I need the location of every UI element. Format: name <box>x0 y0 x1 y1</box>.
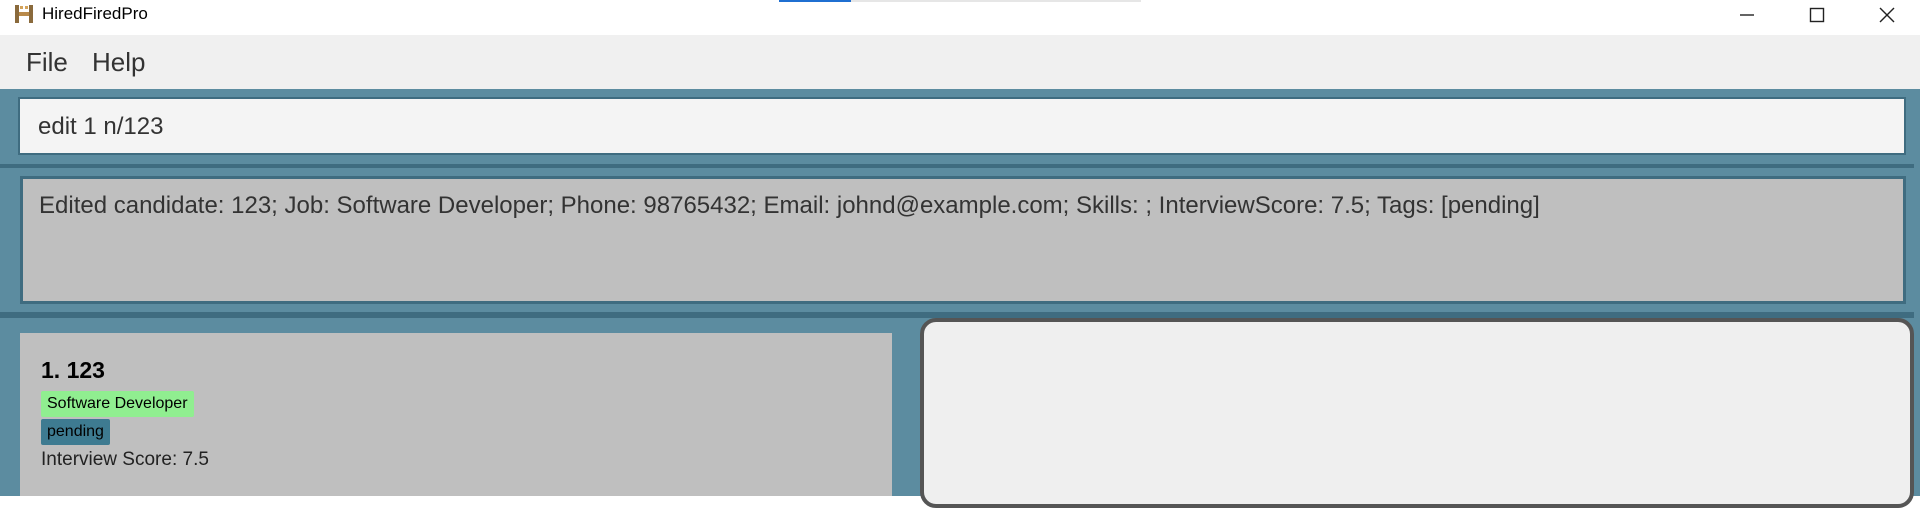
menu-help[interactable]: Help <box>92 47 145 78</box>
menu-bar: File Help <box>0 35 1920 89</box>
maximize-icon <box>1809 7 1825 23</box>
tag-badge: pending <box>41 419 110 445</box>
window-right-edge <box>1914 89 1920 496</box>
command-input[interactable]: edit 1 n/123 <box>18 97 1906 155</box>
command-input-text: edit 1 n/123 <box>38 113 164 140</box>
title-bar: HiredFiredPro <box>0 0 1920 30</box>
panel-splitter[interactable] <box>906 318 920 496</box>
candidate-card[interactable]: 1. 123 Software Developer pending Interv… <box>20 333 892 496</box>
job-badge: Software Developer <box>41 391 194 417</box>
title-bar-accent <box>779 0 851 2</box>
minimize-button[interactable] <box>1712 0 1782 30</box>
result-message: Edited candidate: 123; Job: Software Dev… <box>39 192 1540 219</box>
section-divider <box>0 164 1920 168</box>
app-logo-icon <box>14 4 34 24</box>
close-button[interactable] <box>1852 0 1920 30</box>
interview-score: Interview Score: 7.5 <box>41 449 209 470</box>
minimize-icon <box>1740 14 1754 16</box>
candidate-detail-panel <box>920 318 1914 508</box>
menu-file[interactable]: File <box>26 47 68 78</box>
title-bar-accent-secondary <box>851 0 1141 2</box>
close-icon <box>1879 7 1895 23</box>
result-display: Edited candidate: 123; Job: Software Dev… <box>20 176 1906 304</box>
candidate-name: 1. 123 <box>41 357 105 383</box>
maximize-button[interactable] <box>1782 0 1852 30</box>
window-title: HiredFiredPro <box>42 4 148 23</box>
